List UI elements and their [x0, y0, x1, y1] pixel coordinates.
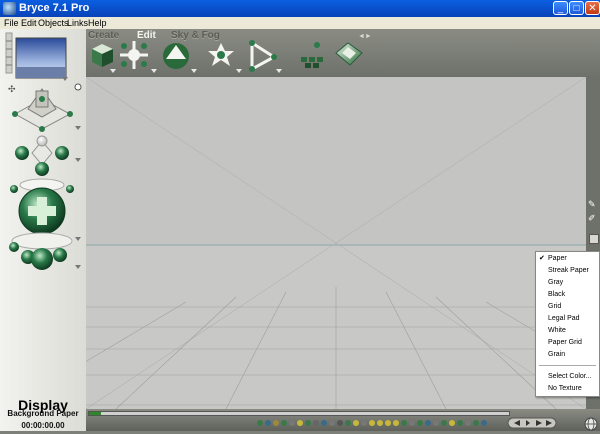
- bottom-controls: [257, 417, 598, 431]
- eraser-icon[interactable]: ✐: [588, 213, 598, 223]
- maximize-button[interactable]: □: [569, 1, 584, 15]
- stone-tool-icon[interactable]: [335, 42, 363, 66]
- display-mode-toggle[interactable]: [589, 234, 599, 244]
- menu-item-streak-paper[interactable]: Streak Paper: [536, 265, 599, 276]
- starburst-tool-icon[interactable]: [208, 43, 242, 73]
- pin-icon[interactable]: ✣: [8, 84, 16, 95]
- menu-item-black[interactable]: Black: [536, 289, 599, 300]
- menu-item-select-color[interactable]: Select Color...: [536, 371, 599, 382]
- triangle-tool-icon[interactable]: [249, 40, 282, 73]
- brush-icon[interactable]: ✎: [588, 199, 598, 209]
- menu-item-paper-grid[interactable]: Paper Grid: [536, 337, 599, 348]
- render-globe-icon[interactable]: [584, 417, 598, 431]
- close-button[interactable]: ✕: [585, 1, 600, 15]
- minimize-button[interactable]: _: [553, 1, 568, 15]
- left-control-panel: ✣: [0, 29, 86, 431]
- timeline-progress: [89, 412, 101, 415]
- edit-tools: ◄►: [92, 33, 372, 73]
- scene-viewport[interactable]: [86, 77, 586, 409]
- menu-item-grid[interactable]: Grid: [536, 301, 599, 312]
- background-paper-menu: ✔ Paper Streak Paper Gray Black Grid Leg…: [535, 251, 600, 397]
- menu-help[interactable]: Help: [88, 17, 107, 29]
- camera-rotate-ball-icon[interactable]: [10, 185, 74, 250]
- nano-slider[interactable]: [5, 32, 13, 74]
- burst-tool-icon[interactable]: [120, 41, 157, 73]
- app-icon: [3, 2, 16, 15]
- menu-item-gray[interactable]: Gray: [536, 277, 599, 288]
- menu-item-paper[interactable]: ✔ Paper: [536, 253, 599, 264]
- menu-item-legal-pad[interactable]: Legal Pad: [536, 313, 599, 324]
- menu-item-white[interactable]: White: [536, 325, 599, 336]
- nano-preview[interactable]: [15, 37, 67, 79]
- menu-item-grain[interactable]: Grain: [536, 349, 599, 360]
- toolbar-collapse-icon[interactable]: ◄►: [358, 33, 372, 40]
- window-title: Bryce 7.1 Pro: [19, 2, 90, 14]
- memory-dots[interactable]: [257, 420, 487, 426]
- display-mode-label: Background Paper: [7, 409, 79, 418]
- menu-bar: File Edit Objects Links Help: [0, 17, 600, 29]
- time-readout: 00:00:00.00: [21, 421, 65, 430]
- camera-trackball-icon[interactable]: [15, 135, 69, 192]
- menu-objects[interactable]: Objects: [38, 17, 69, 29]
- menu-links[interactable]: Links: [67, 17, 88, 29]
- ground-grid: [86, 77, 586, 409]
- view-control-icon[interactable]: [12, 88, 73, 132]
- title-bar: Bryce 7.1 Pro _ □ ✕: [0, 0, 600, 17]
- menu-file[interactable]: File: [4, 17, 19, 29]
- checkmark-icon: ✔: [539, 255, 545, 262]
- menu-item-no-texture[interactable]: No Texture: [536, 383, 599, 394]
- menu-edit[interactable]: Edit: [21, 17, 37, 29]
- sphere-tool-icon[interactable]: [163, 43, 197, 73]
- terrain-cluster-icon[interactable]: [301, 42, 323, 68]
- menu-separator: [539, 365, 596, 366]
- cube-tool-icon[interactable]: [92, 44, 116, 73]
- playback-controls[interactable]: [507, 417, 557, 429]
- render-options-icon[interactable]: [74, 83, 82, 91]
